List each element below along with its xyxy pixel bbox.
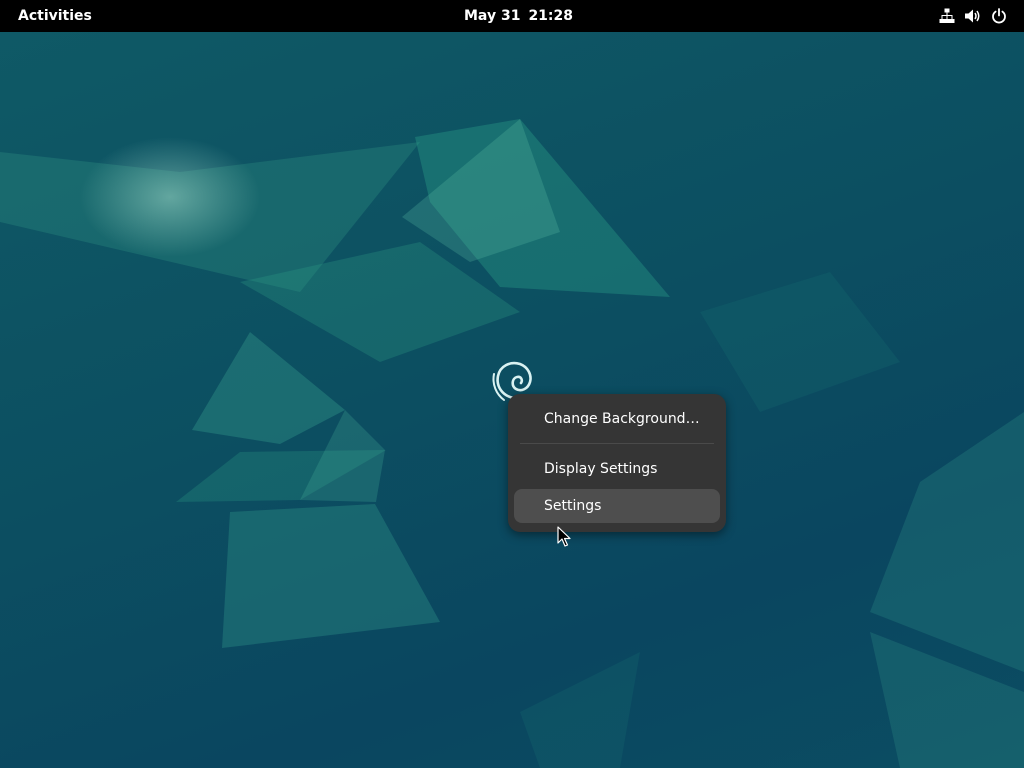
power-icon — [990, 7, 1008, 25]
activities-button[interactable]: Activities — [8, 4, 102, 28]
top-bar: Activities May 31 21:28 — [0, 0, 1024, 32]
volume-icon — [964, 7, 982, 25]
menu-item-change-background[interactable]: Change Background… — [514, 402, 720, 436]
desktop-context-menu: Change Background… Display Settings Sett… — [508, 394, 726, 532]
desktop-screen: Activities May 31 21:28 Change Backgroun… — [0, 0, 1024, 768]
menu-item-settings[interactable]: Settings — [514, 489, 720, 523]
menu-separator — [520, 443, 714, 444]
system-status-area[interactable] — [928, 4, 1018, 28]
clock-date: May 31 — [464, 8, 521, 24]
menu-item-display-settings[interactable]: Display Settings — [514, 452, 720, 486]
mouse-cursor-icon — [557, 526, 571, 547]
clock-button[interactable]: May 31 21:28 — [452, 4, 585, 28]
network-wired-icon — [938, 7, 956, 25]
clock-time: 21:28 — [528, 8, 574, 24]
